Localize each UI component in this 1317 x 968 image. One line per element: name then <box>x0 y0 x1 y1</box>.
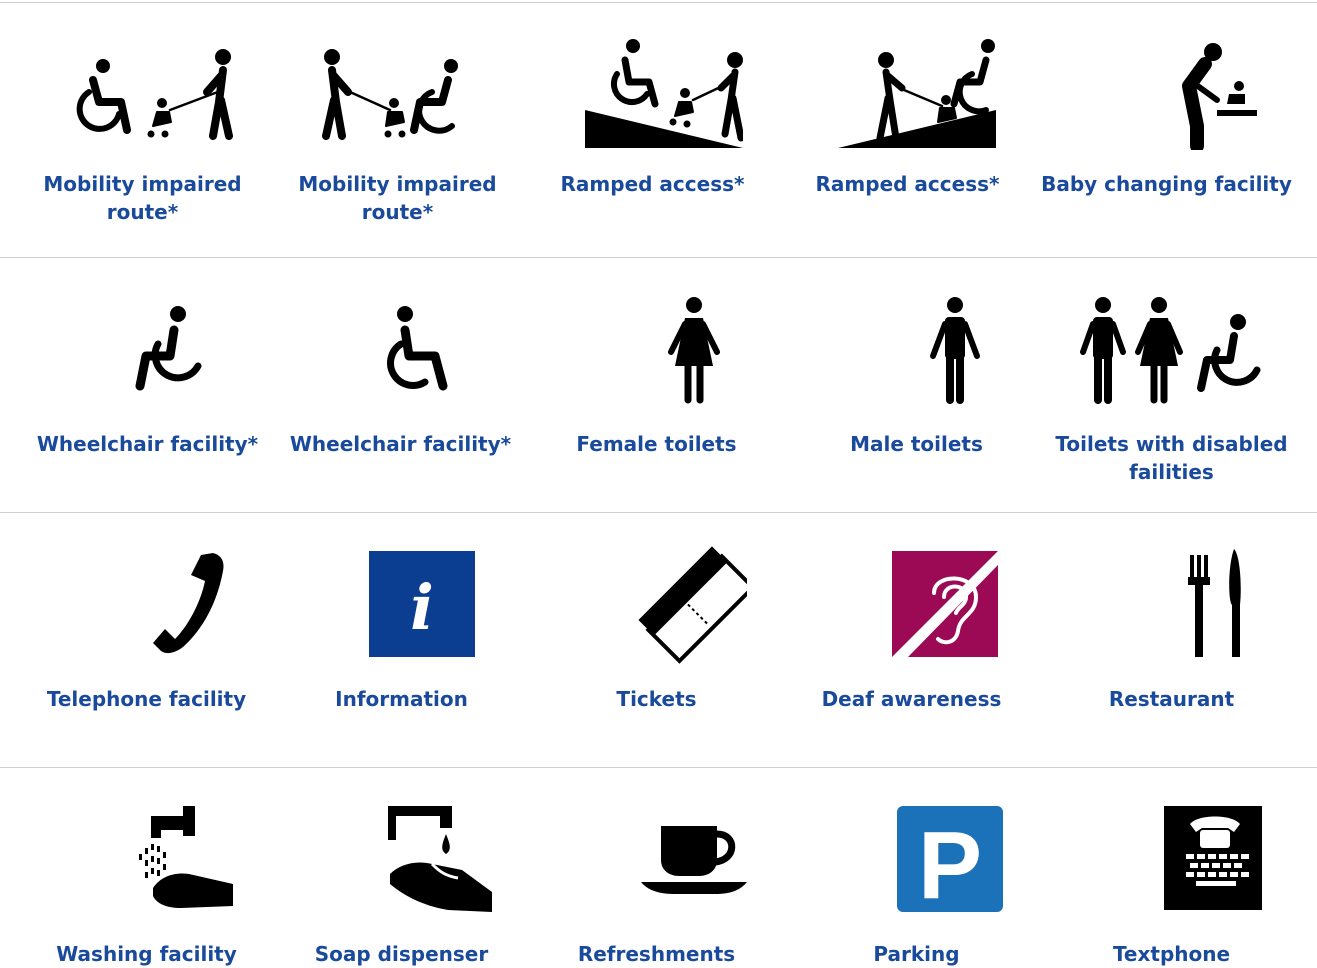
icon-caption: Toilets with disabled failities <box>1055 432 1288 484</box>
stroller-wheelchair-icon <box>270 30 525 150</box>
icon-caption: Information <box>335 687 468 711</box>
accessible-toilets-icon <box>1044 290 1299 410</box>
icon-caption: Telephone facility <box>46 687 247 711</box>
ramp-up-icon <box>525 30 780 150</box>
textphone-icon <box>1044 800 1299 920</box>
icon-caption: Washing facility <box>56 942 237 966</box>
icon-caption: Parking <box>873 942 960 966</box>
fork-knife-icon <box>1044 545 1299 665</box>
ear-icon <box>784 545 1039 665</box>
baby-changing-icon <box>1039 30 1294 150</box>
icon-caption: Mobility impaired route* <box>43 172 242 224</box>
divider <box>0 512 1317 513</box>
icon-caption: Textphone <box>1112 942 1231 966</box>
icon-caption: Wheelchair facility* <box>289 432 512 456</box>
ramp-down-icon <box>780 30 1035 150</box>
information-glyph: i <box>410 571 434 644</box>
icon-caption: Male toilets <box>850 432 983 456</box>
icon-caption: Ramped access* <box>560 172 745 196</box>
wheelchair-stroller-icon <box>15 30 270 150</box>
icon-caption: Mobility impaired route* <box>298 172 497 224</box>
icon-caption: Baby changing facility <box>1041 172 1292 196</box>
icon-caption: Ramped access* <box>815 172 1000 196</box>
soap-dispenser-icon <box>274 800 529 920</box>
divider <box>0 257 1317 258</box>
male-icon <box>789 290 1044 410</box>
telephone-icon <box>19 545 274 665</box>
icon-caption: Soap dispenser <box>314 942 489 966</box>
icon-caption: Tickets <box>616 687 697 711</box>
cup-icon <box>529 800 784 920</box>
divider <box>0 2 1317 3</box>
wheelchair-right-icon <box>273 290 528 410</box>
icon-caption: Female toilets <box>576 432 737 456</box>
icon-caption: Deaf awareness <box>821 687 1002 711</box>
icon-caption: Refreshments <box>577 942 736 966</box>
divider <box>0 767 1317 768</box>
icon-caption: Restaurant <box>1108 687 1235 711</box>
icon-caption: Wheelchair facility* <box>36 432 259 456</box>
washing-hands-icon <box>19 800 274 920</box>
parking-icon: P <box>789 800 1044 920</box>
wheelchair-left-icon <box>20 290 275 410</box>
ticket-icon <box>529 545 784 665</box>
female-icon <box>529 290 784 410</box>
information-icon: i <box>274 545 529 665</box>
parking-glyph: P <box>917 812 981 919</box>
